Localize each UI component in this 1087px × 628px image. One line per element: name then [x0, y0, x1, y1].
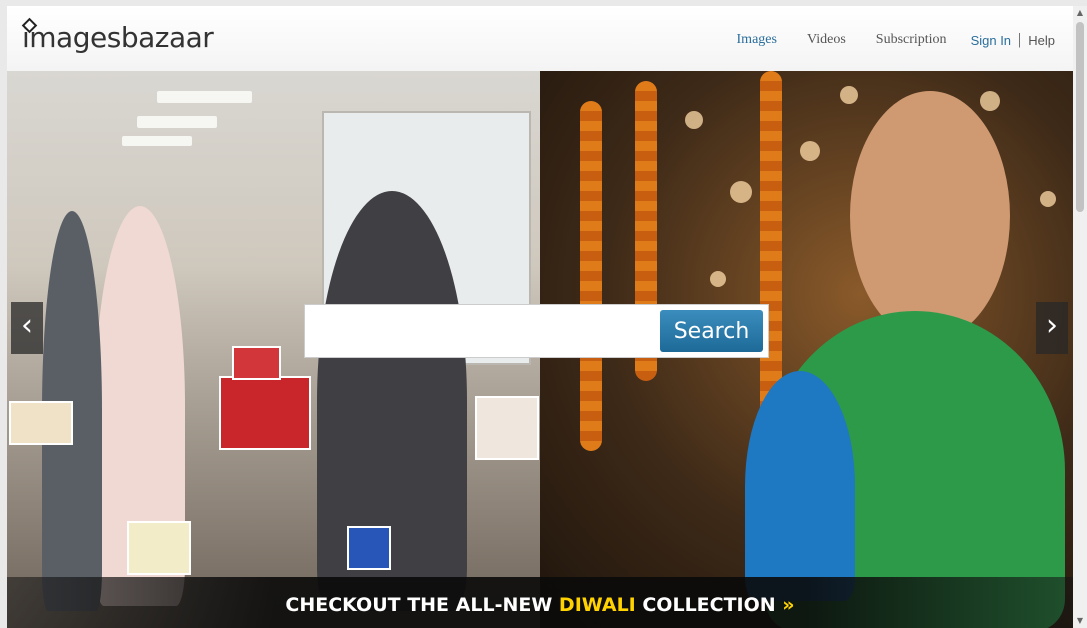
bokeh-light: [840, 86, 858, 104]
carousel-prev-arrow-icon[interactable]: ‹: [11, 302, 43, 354]
scrollbar-thumb[interactable]: [1076, 22, 1084, 212]
search-input[interactable]: [311, 311, 655, 353]
ceiling-light: [137, 116, 217, 128]
banner-text-2: COLLECTION: [635, 594, 783, 616]
gift-box: [475, 396, 539, 460]
bokeh-light: [710, 271, 726, 287]
help-link[interactable]: Help: [1028, 33, 1055, 48]
bokeh-light: [980, 91, 1000, 111]
double-chevron-icon: »: [782, 594, 795, 616]
man-figure: [317, 191, 467, 611]
banner-text-1: CHECKOUT THE ALL-NEW: [285, 594, 559, 616]
carousel-next-arrow-icon[interactable]: ›: [1036, 302, 1068, 354]
browser-viewport: imagesbazaar Images Videos Subscription …: [7, 6, 1073, 628]
sign-in-link[interactable]: Sign In: [971, 33, 1011, 48]
banner-highlight: DIWALI: [558, 594, 636, 616]
bokeh-light: [685, 111, 703, 129]
gift-box: [9, 401, 73, 445]
hero-carousel: ‹ › Search CHECKOUT THE ALL-NEW DIWALI C…: [7, 71, 1073, 628]
gift-box: [219, 376, 311, 450]
blue-sleeve: [745, 371, 855, 601]
gift-box: [232, 346, 281, 380]
marigold-garland: [580, 101, 602, 451]
scroll-up-arrow-icon[interactable]: ▲: [1073, 6, 1087, 20]
gift-box: [127, 521, 191, 575]
ceiling-light: [122, 136, 192, 146]
ceiling-light: [157, 91, 252, 103]
site-header: imagesbazaar Images Videos Subscription …: [7, 6, 1073, 72]
vertical-scrollbar[interactable]: ▲ ▼: [1073, 6, 1087, 628]
bokeh-light: [730, 181, 752, 203]
search-box: Search: [304, 304, 769, 358]
scroll-down-arrow-icon[interactable]: ▼: [1073, 614, 1087, 628]
nav-subscription[interactable]: Subscription: [876, 32, 947, 48]
gift-box: [347, 526, 391, 570]
nav-separator: |: [1018, 31, 1022, 48]
bokeh-light: [800, 141, 820, 161]
imagesbazaar-logo[interactable]: imagesbazaar: [21, 17, 214, 58]
bokeh-light: [1040, 191, 1056, 207]
woman-face: [850, 91, 1010, 341]
diwali-collection-banner[interactable]: CHECKOUT THE ALL-NEW DIWALI COLLECTION »: [7, 577, 1073, 628]
nav-videos[interactable]: Videos: [807, 32, 846, 48]
top-nav: Images Videos Subscription Sign In | Hel…: [707, 30, 1055, 50]
nav-images[interactable]: Images: [737, 32, 777, 48]
search-button[interactable]: Search: [660, 310, 763, 352]
logo-text-bazaar: bazaar: [120, 21, 214, 54]
